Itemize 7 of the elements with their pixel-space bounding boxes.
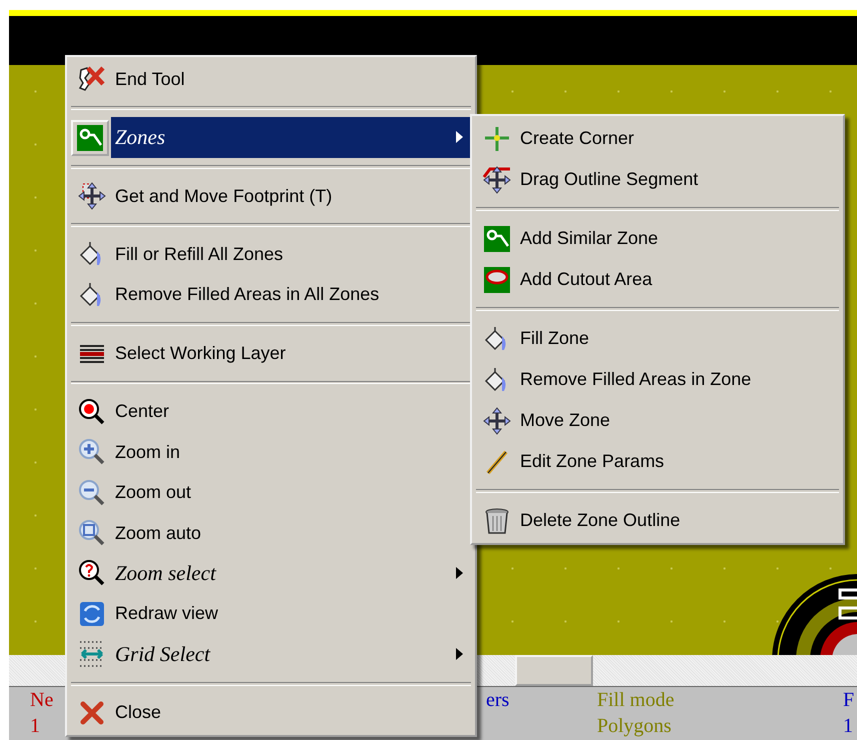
status-value: Polygons	[597, 714, 672, 739]
status-label: F	[843, 688, 854, 713]
status-value: 1	[30, 714, 40, 739]
status-value: 1	[843, 714, 853, 739]
status-label: Ne	[30, 688, 54, 713]
status-label: ers	[486, 688, 510, 713]
status-label: Fill mode	[597, 688, 674, 713]
